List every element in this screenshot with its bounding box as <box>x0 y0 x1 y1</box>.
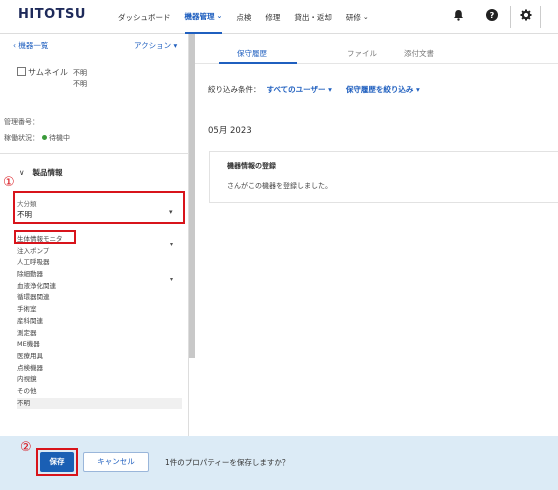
caret-down-icon: ▾ <box>325 85 332 94</box>
cancel-button[interactable]: キャンセル <box>83 452 149 472</box>
history-filter-dropdown[interactable]: 保守履歴を絞り込み ▾ <box>346 85 420 94</box>
list-item[interactable]: 点検機器 <box>17 363 182 375</box>
tab-attachments[interactable]: 添付文書 <box>404 48 434 59</box>
filter-label: 絞り込み条件： <box>208 85 261 94</box>
list-item[interactable]: 測定器 <box>17 328 182 340</box>
category-options-list: 生体情報モニタ 注入ポンプ 人工呼吸器 除細動器 血液浄化関連 循環器関連 手術… <box>17 234 182 410</box>
management-number-label: 管理番号： <box>4 118 39 126</box>
status-dot-icon <box>42 135 47 140</box>
gear-icon[interactable] <box>518 9 534 25</box>
thumbnail-value-2: 不明 <box>73 80 87 88</box>
chevron-down-icon: ⌄ <box>216 12 223 20</box>
nav-label: 研修 <box>345 12 361 22</box>
nav-item-lending[interactable]: 貸出・返却 <box>294 0 332 34</box>
nav-item-training[interactable]: 研修 ⌄ <box>346 0 369 34</box>
status-value: 待機中 <box>49 134 70 142</box>
svg-text:?: ? <box>490 11 495 20</box>
tab-maintenance-history[interactable]: 保守履歴 <box>237 48 267 59</box>
list-item[interactable]: 血液浄化関連 <box>17 281 182 293</box>
section-title: 製品情報 <box>32 168 63 177</box>
list-item[interactable]: 循環器関連 <box>17 292 182 304</box>
list-item[interactable]: 産科関連 <box>17 316 182 328</box>
nav-label: 貸出・返却 <box>294 12 332 22</box>
divider <box>0 153 189 154</box>
nav-item-dashboard[interactable]: ダッシュボード <box>118 0 171 34</box>
detail-tabs: 保守履歴 ファイル 添付文書 <box>195 34 558 64</box>
chevron-down-icon: ∨ <box>19 168 25 177</box>
back-to-list-link[interactable]: ‹ 機器一覧 <box>13 40 48 51</box>
status-label: 稼働状況： <box>4 134 39 142</box>
list-item[interactable]: その他 <box>17 386 182 398</box>
nav-label: 点検 <box>236 12 252 22</box>
nav-item-repair[interactable]: 修理 <box>265 0 280 34</box>
history-entry-text: さんがこの機器を登録しました。 <box>227 182 332 190</box>
nav-label: 機器管理 <box>184 11 215 21</box>
nav-label: ダッシュボード <box>118 12 171 22</box>
top-navigation-bar: HITOTSU ダッシュボード 機器管理 ⌄ 点検 修理 貸出・返却 研修 ⌄ ? <box>0 0 558 34</box>
history-filter-label: 保守履歴を絞り込み <box>345 85 414 94</box>
nav-item-inspection[interactable]: 点検 <box>236 0 251 34</box>
operation-status: 稼働状況： 待機中 <box>4 133 70 143</box>
list-item[interactable]: ME機器 <box>17 339 182 351</box>
thumbnail-image-icon <box>17 67 26 76</box>
active-tab-indicator <box>219 62 297 64</box>
list-item[interactable]: 人工呼吸器 <box>17 257 182 269</box>
caret-down-icon: ▾ <box>171 41 178 50</box>
history-entry-title: 機器情報の登録 <box>227 162 276 170</box>
tab-files[interactable]: ファイル <box>347 48 377 59</box>
annotation-box-category-field <box>13 191 185 224</box>
user-filter-dropdown[interactable]: すべてのユーザー ▾ <box>267 85 332 94</box>
caret-down-icon: ▾ <box>413 85 420 94</box>
thumbnail-field: サムネイル <box>17 67 68 78</box>
list-item-selected[interactable]: 不明 <box>17 397 182 410</box>
chevron-down-icon: ⌄ <box>362 13 369 21</box>
nav-label: 修理 <box>265 12 281 22</box>
main-nav: ダッシュボード 機器管理 ⌄ 点検 修理 貸出・返却 研修 ⌄ <box>118 0 383 34</box>
save-confirm-text: 1件のプロパティーを保存しますか？ <box>165 458 290 467</box>
annotation-box-first-option <box>14 230 76 244</box>
filter-row: 絞り込み条件： すべてのユーザー ▾ 保守履歴を絞り込み ▾ <box>208 84 420 95</box>
nav-divider <box>510 6 511 28</box>
list-item[interactable]: 除細動器 <box>17 269 182 281</box>
app-logo[interactable]: HITOTSU <box>18 7 86 22</box>
annotation-marker-2: ② <box>20 440 32 455</box>
nav-item-equipment[interactable]: 機器管理 ⌄ <box>184 0 223 34</box>
annotation-box-save-button <box>36 448 78 476</box>
list-item[interactable]: 内視鏡 <box>17 374 182 386</box>
thumbnail-value: 不明 <box>73 69 87 77</box>
list-item[interactable]: 医療用具 <box>17 351 182 363</box>
history-entry-card: 機器情報の登録 さんがこの機器を登録しました。 <box>209 151 558 203</box>
thumbnail-label: サムネイル <box>28 68 68 77</box>
annotation-marker-1: ① <box>3 175 15 190</box>
back-link-label: 機器一覧 <box>18 41 49 50</box>
action-menu-button[interactable]: アクション ▾ <box>134 40 177 51</box>
user-filter-label: すべてのユーザー <box>266 85 326 94</box>
bell-icon[interactable] <box>450 9 466 25</box>
list-item[interactable]: 注入ポンプ <box>17 246 182 258</box>
help-icon[interactable]: ? <box>484 9 500 25</box>
action-label: アクション <box>134 41 172 50</box>
nav-divider <box>540 6 541 28</box>
month-heading: 05月 2023 <box>208 126 252 136</box>
product-info-section-toggle[interactable]: ∨ 製品情報 <box>19 167 63 178</box>
list-item[interactable]: 手術室 <box>17 304 182 316</box>
